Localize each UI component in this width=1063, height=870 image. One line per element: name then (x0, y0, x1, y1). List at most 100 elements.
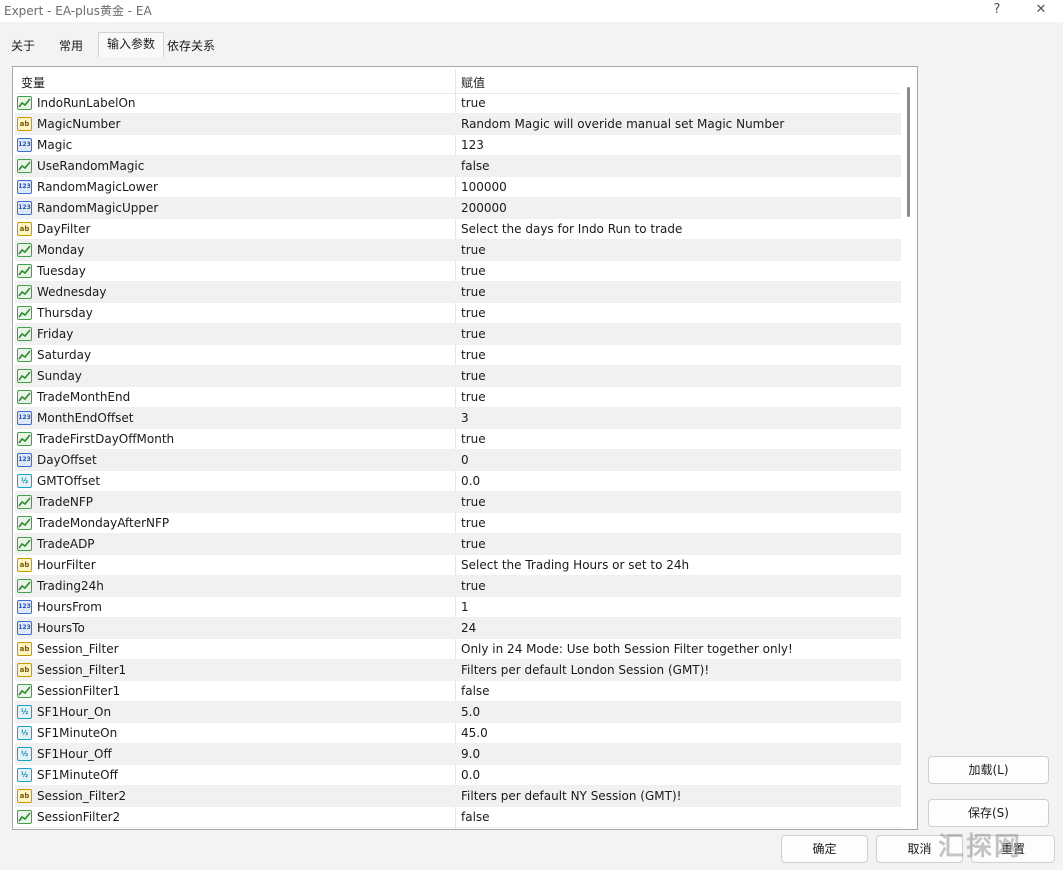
variable-value[interactable]: true (461, 327, 486, 341)
variable-name: RandomMagicLower (37, 180, 158, 194)
variable-name: Wednesday (37, 285, 107, 299)
table-row[interactable]: ab Session_Filter Only in 24 Mode: Use bot… (15, 639, 901, 660)
variable-value[interactable]: true (461, 579, 486, 593)
table-row[interactable]: TradeFirstDayOffMonth true (15, 429, 901, 450)
tab-common[interactable]: 常用 (50, 34, 92, 56)
variable-value[interactable]: Select the days for Indo Run to trade (461, 222, 682, 236)
table-row[interactable]: TradeMondayAfterNFP true (15, 513, 901, 534)
variable-value[interactable]: false (461, 159, 490, 173)
variable-name: RandomMagicUpper (37, 201, 159, 215)
variable-value[interactable]: 0 (461, 453, 469, 467)
variable-value[interactable]: true (461, 264, 486, 278)
table-row[interactable]: TradeADP true (15, 534, 901, 555)
table-row[interactable]: 123 HoursTo 24 (15, 618, 901, 639)
variable-value[interactable]: true (461, 390, 486, 404)
table-row[interactable]: ½ SF1MinuteOff 0.0 (15, 765, 901, 786)
variable-name: IndoRunLabelOn (37, 96, 136, 110)
table-row[interactable]: Wednesday true (15, 282, 901, 303)
variable-value[interactable]: Filters per default London Session (GMT)… (461, 663, 709, 677)
integer-123-icon: 123 (17, 411, 32, 425)
load-button[interactable]: 加载(L) (928, 756, 1049, 784)
variable-value[interactable]: 0.0 (461, 768, 480, 782)
variable-value[interactable]: 123 (461, 138, 484, 152)
variable-name: Session_Filter2 (37, 789, 127, 803)
table-row[interactable]: ½ SF1Hour_Off 9.0 (15, 744, 901, 765)
variable-value[interactable]: true (461, 243, 486, 257)
table-row[interactable]: TradeNFP true (15, 492, 901, 513)
variable-value[interactable]: 0.0 (461, 474, 480, 488)
table-row[interactable]: ½ GMTOffset 0.0 (15, 471, 901, 492)
table-row[interactable]: SessionFilter1 false (15, 681, 901, 702)
help-button[interactable]: ? (980, 0, 1014, 22)
table-row[interactable]: ab HourFilter Select the Trading Hours or … (15, 555, 901, 576)
vertical-scrollbar[interactable] (901, 69, 915, 827)
table-row[interactable]: Tuesday true (15, 261, 901, 282)
variable-value[interactable]: true (461, 306, 486, 320)
variable-value[interactable]: false (461, 810, 490, 824)
bool-chart-icon (17, 579, 32, 593)
variable-value[interactable]: true (461, 96, 486, 110)
table-row[interactable]: ½ SF1MinuteOn 45.0 (15, 723, 901, 744)
table-row[interactable]: ab Session_Filter1 Filters per default Lon… (15, 660, 901, 681)
column-header-value[interactable]: 赋值 (461, 74, 485, 91)
string-ab-icon: ab (17, 789, 32, 803)
variable-value[interactable]: true (461, 537, 486, 551)
table-row[interactable]: UseRandomMagic false (15, 156, 901, 177)
variable-value[interactable]: true (461, 516, 486, 530)
watermark: 汇探网 (938, 832, 1023, 862)
variable-value[interactable]: 9.0 (461, 747, 480, 761)
variable-value[interactable]: Random Magic will overide manual set Mag… (461, 117, 784, 131)
variable-name: SessionFilter2 (37, 810, 121, 824)
table-row[interactable]: SessionFilter2 false (15, 807, 901, 828)
table-row[interactable]: Saturday true (15, 345, 901, 366)
tab-dependencies[interactable]: 依存关系 (158, 34, 224, 56)
integer-123-icon: 123 (17, 201, 32, 215)
close-button[interactable]: ✕ (1024, 0, 1058, 22)
variable-value[interactable]: 3 (461, 411, 469, 425)
inputs-grid: 变量 赋值 IndoRunLabelOn true ab MagicNumber Ran… (12, 66, 918, 830)
variable-value[interactable]: Select the Trading Hours or set to 24h (461, 558, 689, 572)
column-divider[interactable] (455, 69, 456, 93)
table-row[interactable]: Friday true (15, 324, 901, 345)
variable-value[interactable]: Filters per default NY Session (GMT)! (461, 789, 681, 803)
double-half-icon: ½ (17, 768, 32, 782)
table-row[interactable]: 123 RandomMagicUpper 200000 (15, 198, 901, 219)
variable-value[interactable]: true (461, 348, 486, 362)
variable-value[interactable]: 24 (461, 621, 476, 635)
column-header-variable[interactable]: 变量 (21, 74, 45, 91)
variable-name: TradeMondayAfterNFP (37, 516, 170, 530)
variable-value[interactable]: 100000 (461, 180, 507, 194)
table-row[interactable]: IndoRunLabelOn true (15, 93, 901, 114)
variable-value[interactable]: true (461, 369, 486, 383)
tab-inputs[interactable]: 输入参数 (98, 32, 165, 57)
table-row[interactable]: Sunday true (15, 366, 901, 387)
table-row[interactable]: 123 Magic 123 (15, 135, 901, 156)
table-row[interactable]: ab Session_Filter2 Filters per default NY … (15, 786, 901, 807)
variable-value[interactable]: false (461, 684, 490, 698)
table-row[interactable]: ½ SF1Hour_On 5.0 (15, 702, 901, 723)
bool-chart-icon (17, 327, 32, 341)
variable-value[interactable]: true (461, 285, 486, 299)
table-row[interactable]: ab MagicNumber Random Magic will overide m… (15, 114, 901, 135)
table-row[interactable]: TradeMonthEnd true (15, 387, 901, 408)
table-row[interactable]: 123 MonthEndOffset 3 (15, 408, 901, 429)
variable-value[interactable]: 5.0 (461, 705, 480, 719)
table-row[interactable]: 123 HoursFrom 1 (15, 597, 901, 618)
variable-value[interactable]: 45.0 (461, 726, 488, 740)
save-button[interactable]: 保存(S) (928, 799, 1049, 827)
table-row[interactable]: 123 DayOffset 0 (15, 450, 901, 471)
variable-value[interactable]: true (461, 495, 486, 509)
table-row[interactable]: Monday true (15, 240, 901, 261)
variable-value[interactable]: 1 (461, 600, 469, 614)
variable-value[interactable]: 200000 (461, 201, 507, 215)
variable-value[interactable]: true (461, 432, 486, 446)
table-row[interactable]: ab DayFilter Select the days for Indo Run … (15, 219, 901, 240)
integer-123-icon: 123 (17, 453, 32, 467)
table-row[interactable]: Thursday true (15, 303, 901, 324)
table-row[interactable]: Trading24h true (15, 576, 901, 597)
variable-value[interactable]: Only in 24 Mode: Use both Session Filter… (461, 642, 793, 656)
tab-about[interactable]: 关于 (2, 34, 44, 56)
scroll-thumb[interactable] (907, 87, 910, 217)
table-row[interactable]: 123 RandomMagicLower 100000 (15, 177, 901, 198)
ok-button[interactable]: 确定 (781, 835, 868, 863)
